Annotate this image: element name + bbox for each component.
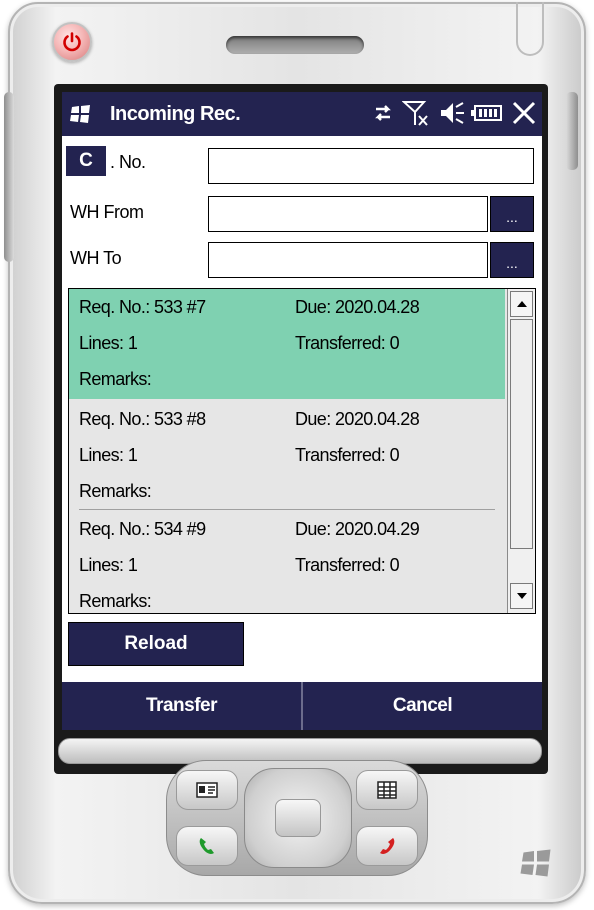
remarks: Remarks:	[79, 369, 152, 389]
speaker-muted-icon[interactable]	[438, 99, 464, 127]
scroll-down-button[interactable]	[510, 583, 533, 609]
wh-from-input[interactable]	[208, 196, 488, 232]
calendar-icon	[377, 781, 397, 799]
due-date: Due: 2020.04.28	[295, 409, 420, 429]
req-number: Req. No.: 533 #8	[79, 409, 206, 429]
softkey-bar: Transfer Cancel	[62, 682, 542, 730]
contacts-hw-button[interactable]	[176, 770, 238, 810]
list-item[interactable]: Req. No.: 533 #8 Due: 2020.04.28 Lines: …	[69, 399, 505, 509]
side-button-left[interactable]	[4, 92, 14, 262]
power-icon	[63, 32, 81, 52]
earpiece-speaker	[226, 36, 364, 54]
scroll-up-button[interactable]	[510, 291, 533, 317]
req-number: Req. No.: 534 #9	[79, 519, 206, 539]
list-scrollbar[interactable]	[507, 289, 535, 613]
lines-count: Lines: 1	[79, 555, 138, 575]
side-button-right[interactable]	[566, 92, 578, 170]
end-call-hw-button[interactable]	[356, 826, 418, 866]
wh-to-label: WH To	[70, 248, 122, 268]
arrow-down-icon	[516, 593, 527, 599]
lines-count: Lines: 1	[79, 333, 138, 353]
list-item[interactable]: Req. No.: 534 #9 Due: 2020.04.29 Lines: …	[69, 509, 505, 613]
power-button[interactable]	[52, 22, 92, 62]
battery-icon[interactable]	[470, 100, 504, 126]
phone-red-icon	[380, 838, 395, 854]
action-button[interactable]	[275, 799, 321, 837]
transferred-count: Transferred: 0	[295, 445, 400, 465]
scroll-thumb[interactable]	[510, 319, 533, 549]
due-date: Due: 2020.04.28	[295, 297, 420, 317]
phone-green-icon	[199, 838, 214, 854]
contact-card-icon	[196, 782, 218, 798]
transferred-count: Transferred: 0	[295, 333, 400, 353]
wh-from-lookup-button[interactable]: ...	[490, 196, 534, 232]
req-number: Req. No.: 533 #7	[79, 297, 206, 317]
c-button[interactable]: C	[66, 146, 106, 176]
call-hw-button[interactable]	[176, 826, 238, 866]
request-list[interactable]: Req. No.: 533 #7 Due: 2020.04.28 Lines: …	[68, 288, 536, 614]
remarks: Remarks:	[79, 591, 152, 611]
navigation-pad[interactable]	[244, 768, 352, 868]
sync-arrows-icon[interactable]	[370, 100, 396, 126]
wh-to-lookup-button[interactable]: ...	[490, 242, 534, 278]
arrow-up-icon	[516, 301, 527, 307]
windows-start-icon[interactable]	[70, 104, 92, 124]
list-item[interactable]: Req. No.: 533 #7 Due: 2020.04.28 Lines: …	[69, 289, 505, 399]
windows-logo-icon	[520, 849, 551, 877]
window-title: Incoming Rec.	[110, 102, 241, 125]
lines-count: Lines: 1	[79, 445, 138, 465]
stylus-slot	[516, 2, 544, 56]
wh-from-row: WH From ...	[62, 192, 542, 234]
calendar-hw-button[interactable]	[356, 770, 418, 810]
transfer-softkey[interactable]: Transfer	[62, 682, 301, 730]
wh-to-row: WH To ...	[62, 238, 542, 280]
title-bar: Incoming Rec.	[62, 92, 542, 136]
reload-button[interactable]: Reload	[68, 622, 244, 666]
due-date: Due: 2020.04.29	[295, 519, 420, 539]
cancel-softkey[interactable]: Cancel	[301, 682, 542, 730]
remarks: Remarks:	[79, 481, 152, 501]
number-row: C . No.	[62, 142, 542, 184]
wh-to-input[interactable]	[208, 242, 488, 278]
number-label: . No.	[110, 152, 146, 172]
signal-off-icon[interactable]	[402, 98, 432, 128]
transferred-count: Transferred: 0	[295, 555, 400, 575]
wh-from-label: WH From	[70, 202, 144, 222]
number-input[interactable]	[208, 148, 534, 184]
close-icon[interactable]	[510, 99, 538, 127]
app-screen: Incoming Rec. C . No. WH From ... WH To …	[62, 92, 542, 730]
